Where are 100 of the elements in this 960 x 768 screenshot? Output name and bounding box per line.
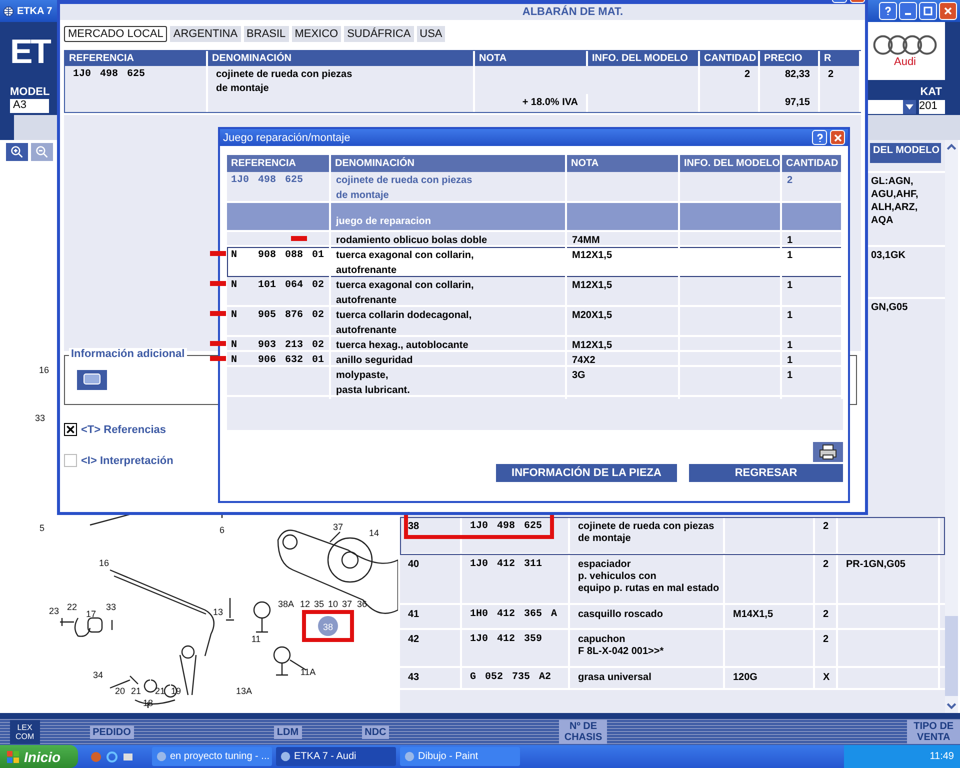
- table-cell-text: N: [231, 279, 238, 293]
- table-cell-text: 1: [787, 249, 793, 263]
- tab[interactable]: USA: [416, 26, 446, 42]
- status-button[interactable]: PEDIDO: [90, 726, 134, 738]
- model-label: MODEL: [10, 86, 50, 98]
- catalog-dropdown[interactable]: [865, 100, 916, 114]
- table-cell-text: 3G: [572, 369, 586, 383]
- callout-number: 6: [220, 525, 224, 535]
- parts-row[interactable]: 40 1J0 412 311 espaciador p. vehiculos con equipo p. rutas en mal estado 2 PR-1GN,G05: [400, 555, 945, 605]
- rings-logo-icon: [872, 34, 938, 56]
- section-header: ALBARÁN DE MAT.: [60, 4, 865, 20]
- checkbox[interactable]: [64, 423, 77, 436]
- table-cell: 120G: [725, 668, 815, 688]
- maximize-icon: [923, 6, 933, 16]
- dialog-title: Juego reparación/montaje: [223, 132, 350, 144]
- callout-number: 23: [49, 606, 59, 616]
- column-header: DENOMINACIÓN: [208, 51, 475, 66]
- scrollbar[interactable]: [945, 140, 958, 713]
- help-button[interactable]: [879, 2, 897, 20]
- table-row[interactable]: N 906 632 01 anillo seguridad 74X2 1: [227, 352, 843, 367]
- table-row[interactable]: N 101 064 02 tuerca exagonal con collarin, autofrenante M12X1,5 1: [227, 277, 843, 307]
- table-cell-text: 1: [787, 354, 793, 368]
- table-cell-text: anillo seguridad: [336, 354, 413, 368]
- table-cell: espaciador p. vehiculos con equipo p. rutas en mal estado: [570, 555, 725, 603]
- column-header: NOTA: [567, 155, 680, 172]
- tab[interactable]: ARGENTINA: [170, 26, 241, 42]
- close-button[interactable]: [830, 130, 845, 145]
- tab[interactable]: MERCADO LOCAL: [64, 26, 168, 42]
- tab[interactable]: MEXICO: [292, 26, 342, 42]
- table-cell: grasa universal: [570, 668, 725, 688]
- callout-number: 37: [342, 599, 352, 609]
- table-cell: cojinete de rueda con piezas de montaje: [570, 517, 725, 553]
- brand-name: Audi: [894, 56, 916, 68]
- minimize-button[interactable]: [899, 2, 917, 20]
- taskbar-button[interactable]: en proyecto tuning - ...: [152, 747, 272, 766]
- checkbox[interactable]: [64, 454, 77, 467]
- window-icon: [280, 751, 291, 762]
- table-cell-text: 1J0 498 625: [231, 174, 304, 188]
- table-cell-text: 1: [787, 339, 793, 353]
- table-cell-text: M12X1,5: [572, 249, 612, 263]
- window-icon: [404, 751, 415, 762]
- browser-icon[interactable]: [106, 750, 118, 762]
- parts-row[interactable]: 43 G 052 735 A2 grasa universal 120G X: [400, 668, 945, 690]
- maximize-button[interactable]: [919, 2, 937, 20]
- close-icon: [943, 6, 953, 16]
- status-button[interactable]: LDM: [274, 726, 302, 738]
- column-header: CANTIDAD: [782, 155, 843, 172]
- tab[interactable]: SUDÁFRICA: [344, 26, 414, 42]
- print-button[interactable]: [813, 442, 843, 462]
- window-icon: [156, 751, 167, 762]
- table-cell-text: 1: [787, 279, 793, 293]
- table-cell-text: 74X2: [572, 354, 596, 368]
- taskbar-button[interactable]: ETKA 7 - Audi: [276, 747, 396, 766]
- parts-row[interactable]: 41 1H0 412 365 A casquillo roscado M14X1,5 2: [400, 605, 945, 630]
- table-row[interactable]: N 905 876 02 tuerca collarin dodecagonal, autofrenante M20X1,5 1: [227, 307, 843, 337]
- globe-icon: [3, 6, 14, 16]
- callout-number: 16: [99, 558, 109, 568]
- dialog-button[interactable]: REGRESAR: [689, 464, 843, 482]
- table-cell-text: cojinete de rueda con piezas de montaje: [336, 174, 472, 203]
- column-header: INFO. DEL MODELO: [588, 51, 700, 66]
- info-button[interactable]: [77, 370, 107, 390]
- status-button[interactable]: TIPO DE VENTA: [907, 720, 960, 744]
- table-cell: X: [815, 668, 838, 688]
- table-cell: GL:AGN, AGU,AHF, ALH,ARZ, AQA: [871, 176, 918, 226]
- zoom-out-icon: [35, 145, 49, 159]
- callout-number: 17: [86, 609, 96, 619]
- table-cell-text: 82,33: [784, 68, 810, 82]
- help-button[interactable]: [812, 130, 827, 145]
- tab[interactable]: BRASIL: [244, 26, 289, 42]
- table-cell-text: M12X1,5: [572, 339, 612, 353]
- status-button[interactable]: NDC: [362, 726, 390, 738]
- table-cell: 41: [400, 605, 462, 628]
- table-cell: casquillo roscado: [570, 605, 725, 628]
- parts-row[interactable]: 42 1J0 412 359 capuchon F 8L-X-042 001>>* 2: [400, 630, 945, 668]
- status-button[interactable]: Nº DE CHASIS: [559, 720, 608, 744]
- model-field[interactable]: A3: [10, 99, 49, 113]
- start-button[interactable]: Inicio: [0, 745, 78, 768]
- callout-number: 35: [314, 599, 324, 609]
- callout-number: 34: [93, 670, 103, 680]
- taskbar-button[interactable]: Dibujo - Paint: [400, 747, 520, 766]
- table-cell: cojinete de rueda con piezas de montaje: [208, 66, 475, 112]
- desktop-icon[interactable]: [122, 750, 134, 762]
- zoom-in-button[interactable]: [6, 143, 28, 161]
- help-icon: [814, 132, 824, 142]
- scrollbar-thumb[interactable]: [945, 616, 958, 696]
- table-cell-text: 905 876 02: [258, 309, 324, 323]
- table-cell: 40: [400, 555, 462, 603]
- callout-number: 21: [155, 686, 165, 696]
- dialog-button[interactable]: INFORMACIÓN DE LA PIEZA: [496, 464, 677, 482]
- kat-field[interactable]: 201: [919, 100, 945, 114]
- table-row[interactable]: N 903 213 02 tuerca hexag., autoblocante M12X1,5 1: [227, 337, 843, 352]
- table-cell-text: N: [231, 249, 238, 263]
- callout-number: 36: [357, 599, 367, 609]
- table-cell-text: 906 632 01: [258, 354, 324, 368]
- table-cell-text: 1: [787, 309, 793, 323]
- close-button[interactable]: [939, 2, 957, 20]
- table-row[interactable]: molypaste, pasta lubricant. 3G 1: [227, 367, 843, 397]
- table-cell: PR-1GN,G05: [838, 555, 940, 603]
- table-cell: capuchon F 8L-X-042 001>>*: [570, 630, 725, 666]
- callout-number: 20: [115, 686, 125, 696]
